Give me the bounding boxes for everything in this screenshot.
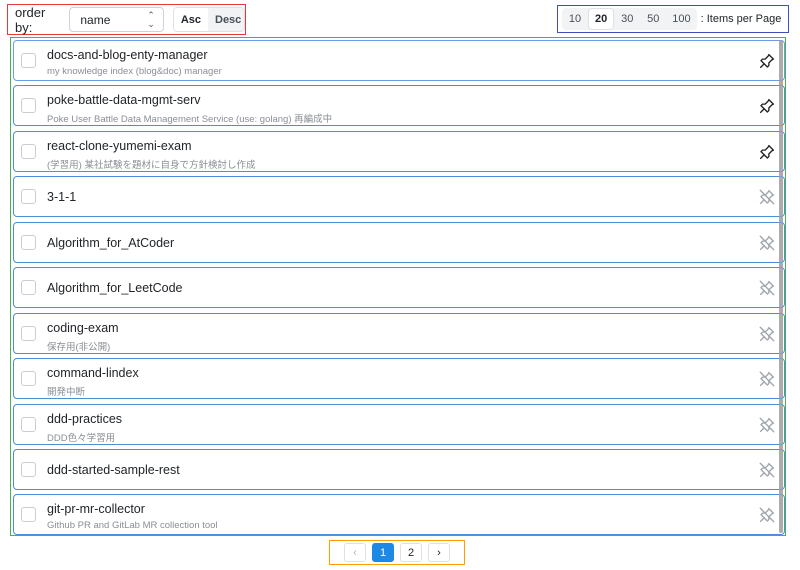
select-checkbox[interactable]	[21, 280, 36, 296]
repo-name: 3-1-1	[47, 190, 77, 205]
items-per-page-option[interactable]: 10	[562, 8, 588, 30]
order-by-label: order by:	[15, 4, 46, 35]
scrollbar[interactable]	[779, 40, 783, 533]
select-checkbox[interactable]	[21, 189, 36, 205]
items-per-page-option[interactable]: 20	[588, 8, 615, 30]
order-by-value: name	[80, 12, 111, 27]
repo-name: coding-exam	[47, 320, 119, 335]
pin-off-icon[interactable]	[758, 461, 776, 479]
items-per-page-option[interactable]: 100	[666, 8, 696, 30]
items-per-page-option[interactable]: 50	[640, 8, 666, 30]
items-per-page-group: 10 20 30 50 100	[562, 8, 697, 30]
list-item[interactable]: git-pr-mr-collector Github PR and GitLab …	[13, 494, 785, 535]
repo-name: ddd-started-sample-rest	[47, 462, 180, 477]
repo-description: my knowledge index (blog&doc) manager	[47, 66, 222, 77]
select-checkbox[interactable]	[21, 98, 36, 114]
repo-description: (学習用) 某社試験を題材に自身で方針検討し作成	[47, 159, 256, 171]
select-checkbox[interactable]	[21, 234, 36, 250]
repo-name: Algorithm_for_LeetCode	[47, 281, 183, 296]
repo-description: Github PR and GitLab MR collection tool	[47, 520, 218, 532]
next-page-button[interactable]: ›	[428, 543, 450, 562]
repo-list-inner: docs-and-blog-enty-manager my knowledge i…	[13, 40, 785, 535]
pin-icon[interactable]	[758, 97, 776, 115]
repo-name: command-lindex	[47, 366, 139, 381]
select-checkbox[interactable]	[21, 53, 36, 68]
repo-description: DDD色々学習用	[47, 432, 116, 444]
select-checkbox[interactable]	[21, 325, 36, 341]
sort-asc-button[interactable]: Asc	[173, 8, 208, 31]
pin-icon[interactable]	[758, 143, 776, 161]
repo-description: 開発中断	[47, 387, 86, 399]
pin-off-icon[interactable]	[758, 188, 776, 206]
list-item[interactable]: ddd-started-sample-rest	[13, 448, 785, 490]
select-checkbox[interactable]	[21, 143, 36, 159]
page-button[interactable]: 1	[372, 543, 394, 562]
repo-description: 保存用(非公開)	[47, 341, 111, 353]
select-checkbox[interactable]	[21, 416, 36, 432]
repo-list: docs-and-blog-enty-manager my knowledge i…	[10, 37, 786, 536]
repo-name: docs-and-blog-enty-manager	[47, 48, 208, 62]
list-item[interactable]: ddd-practices DDD色々学習用	[13, 403, 785, 445]
repo-name: react-clone-yumemi-exam	[47, 138, 192, 153]
list-item[interactable]: coding-exam 保存用(非公開)	[13, 312, 785, 354]
repo-name: poke-battle-data-mgmt-serv	[47, 93, 201, 108]
list-item[interactable]: poke-battle-data-mgmt-serv Poke User Batt…	[13, 85, 785, 127]
chevron-updown-icon: ⌃ ⌄	[147, 9, 155, 29]
pin-off-icon[interactable]	[758, 279, 776, 297]
repo-name: ddd-practices	[47, 411, 123, 426]
pin-off-icon[interactable]	[758, 325, 776, 343]
select-checkbox[interactable]	[21, 461, 36, 477]
pin-off-icon[interactable]	[758, 370, 776, 388]
repo-description: Poke User Battle Data Management Service…	[47, 114, 333, 126]
pin-icon[interactable]	[758, 52, 776, 70]
sort-desc-button[interactable]: Desc	[208, 8, 244, 31]
list-item[interactable]: command-lindex 開発中断	[13, 358, 785, 400]
list-item[interactable]: react-clone-yumemi-exam (学習用) 某社試験を題材に自身で…	[13, 130, 785, 172]
list-item[interactable]: 3-1-1	[13, 176, 785, 218]
prev-page-button[interactable]: ‹	[344, 543, 366, 562]
sort-direction-group: Asc Desc	[172, 7, 245, 32]
repo-name: Algorithm_for_AtCoder	[47, 235, 175, 250]
select-checkbox[interactable]	[21, 371, 36, 387]
pin-off-icon[interactable]	[758, 234, 776, 252]
select-checkbox[interactable]	[21, 507, 36, 523]
page-button[interactable]: 2	[400, 543, 422, 562]
list-item[interactable]: Algorithm_for_LeetCode	[13, 267, 785, 309]
repo-name: git-pr-mr-collector	[47, 502, 145, 517]
list-item[interactable]: Algorithm_for_AtCoder	[13, 221, 785, 263]
order-by-select[interactable]: name ⌃ ⌄	[69, 7, 164, 32]
items-per-page-toolbar: 10 20 30 50 100 : Items per Page	[557, 5, 789, 33]
list-item[interactable]: docs-and-blog-enty-manager my knowledge i…	[13, 40, 785, 81]
items-per-page-option[interactable]: 30	[614, 8, 640, 30]
pagination: ‹ 1 2 ›	[329, 540, 465, 565]
pin-off-icon[interactable]	[758, 416, 776, 434]
items-per-page-label: : Items per Page	[700, 13, 782, 25]
order-by-toolbar: order by: name ⌃ ⌄ Asc Desc	[7, 4, 246, 35]
pin-off-icon[interactable]	[758, 506, 776, 524]
